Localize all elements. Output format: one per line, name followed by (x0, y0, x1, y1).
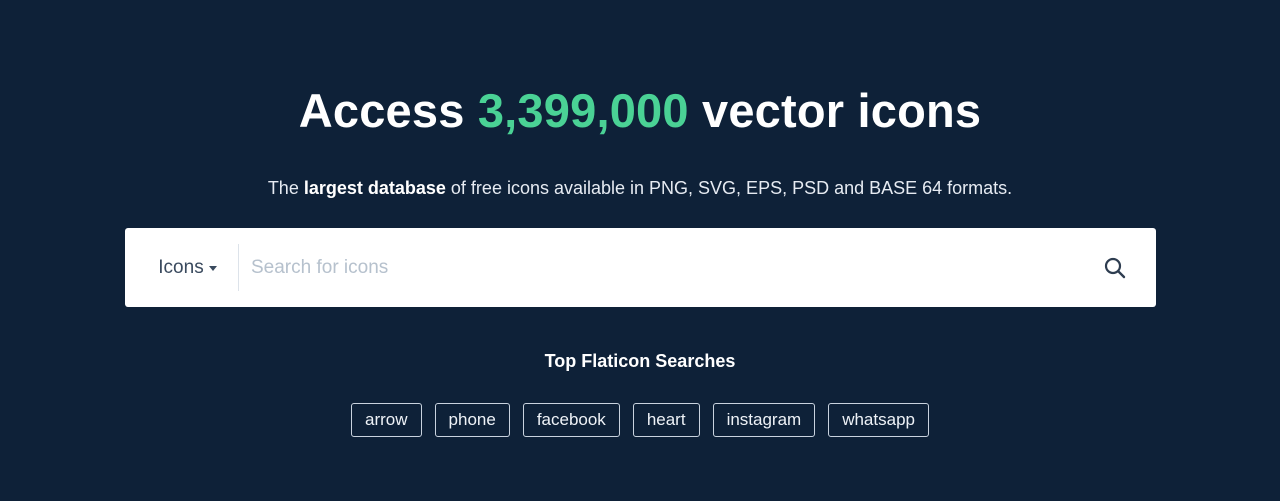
tag-whatsapp[interactable]: whatsapp (828, 403, 929, 437)
caret-down-icon (208, 265, 217, 271)
hero-title-prefix: Access (298, 84, 478, 137)
hero-title: Access 3,399,000 vector icons (0, 82, 1280, 140)
tag-arrow[interactable]: arrow (351, 403, 422, 437)
tag-instagram[interactable]: instagram (712, 403, 816, 437)
hero-title-suffix: vector icons (688, 84, 982, 137)
tag-facebook[interactable]: facebook (522, 403, 620, 437)
tag-phone[interactable]: phone (434, 403, 510, 437)
top-searches-title: Top Flaticon Searches (544, 351, 736, 371)
search-bar: Icons (125, 228, 1156, 307)
search-input[interactable] (251, 228, 1081, 307)
hero-section: Access 3,399,000 vector icons The larges… (0, 0, 1280, 501)
subtitle-highlight: largest database (303, 178, 446, 198)
subtitle-start: The (267, 178, 304, 198)
top-searches-tags: arrow phone facebook heart instagram wha… (0, 403, 1280, 437)
category-label: Icons (158, 256, 204, 278)
subtitle-end: of free icons available in PNG, SVG, EPS… (445, 178, 1013, 198)
search-button[interactable] (1089, 245, 1141, 290)
category-dropdown[interactable]: Icons (125, 228, 238, 307)
tag-heart[interactable]: heart (632, 403, 700, 437)
search-divider (238, 244, 239, 291)
hero-subtitle: The largest database of free icons avail… (0, 176, 1280, 200)
magnifier-icon (1104, 257, 1126, 278)
icon-count: 3,399,000 (477, 84, 689, 137)
